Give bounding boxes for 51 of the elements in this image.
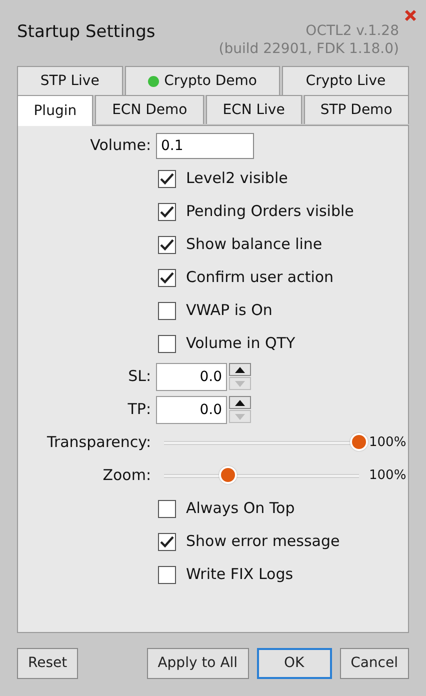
checkbox-label: Pending Orders visible <box>186 201 354 222</box>
tab[interactable]: ECN Demo <box>95 95 204 124</box>
caret-up-icon <box>235 400 245 406</box>
dialog-button[interactable]: OK <box>256 648 332 679</box>
checkbox-label: Show error message <box>186 531 340 552</box>
dialog-button[interactable]: Cancel <box>340 648 409 679</box>
percent-reading: 100% <box>369 466 406 485</box>
version-label: OCTL2 v.1.28 <box>304 22 399 40</box>
slider-thumb[interactable] <box>219 466 238 484</box>
checkbox[interactable] <box>158 532 176 550</box>
tab[interactable]: ECN Live <box>206 95 302 124</box>
number-field[interactable]: 0.0 <box>156 362 227 390</box>
window-title: Startup Settings <box>17 21 156 44</box>
field-label: TP: <box>128 400 151 418</box>
close-icon[interactable] <box>404 9 417 22</box>
checkbox-label: Volume in QTY <box>186 333 296 354</box>
field-label: Volume: <box>90 136 151 154</box>
percent-reading: 100% <box>369 434 406 452</box>
checkbox-label: Show balance line <box>186 234 322 256</box>
checkbox-label: Always On Top <box>186 498 295 520</box>
caret-up-icon <box>235 366 245 372</box>
checkbox[interactable] <box>158 302 176 320</box>
volume-field[interactable]: 0.1 <box>156 132 254 158</box>
caret-down-icon <box>235 414 245 420</box>
tab[interactable]: Crypto Demo <box>124 66 280 95</box>
checkbox[interactable] <box>158 566 176 584</box>
checkbox-label: Write FIX Logs <box>186 564 294 586</box>
caret-down-icon <box>235 380 245 386</box>
tab[interactable]: STP Live <box>17 66 123 95</box>
checkbox[interactable] <box>158 334 176 352</box>
checkbox[interactable] <box>158 170 176 188</box>
build-label: (build 22901, FDK 1.18.0) <box>218 40 399 58</box>
slider-thumb[interactable] <box>350 432 368 450</box>
checkbox[interactable] <box>158 268 176 286</box>
tab[interactable]: Plugin <box>17 95 94 126</box>
field-label: Zoom: <box>102 466 151 484</box>
checkbox-label: VWAP is On <box>186 300 272 322</box>
field-label: SL: <box>128 367 151 386</box>
dialog-button[interactable]: Reset <box>17 648 78 679</box>
checkbox-label: Level2 visible <box>186 168 288 190</box>
number-field[interactable]: 0.0 <box>156 396 227 424</box>
checkbox-label: Confirm user action <box>186 267 334 288</box>
tab[interactable]: Crypto Live <box>282 66 410 95</box>
dialog-button[interactable]: Apply to All <box>146 648 249 679</box>
checkbox[interactable] <box>158 202 176 220</box>
field-label: Transparency: <box>46 433 151 452</box>
tab[interactable]: STP Demo <box>304 95 410 124</box>
spin-up-button[interactable] <box>229 396 251 409</box>
checkbox[interactable] <box>158 500 176 518</box>
checkbox[interactable] <box>158 236 176 254</box>
spin-up-button[interactable] <box>229 363 251 376</box>
